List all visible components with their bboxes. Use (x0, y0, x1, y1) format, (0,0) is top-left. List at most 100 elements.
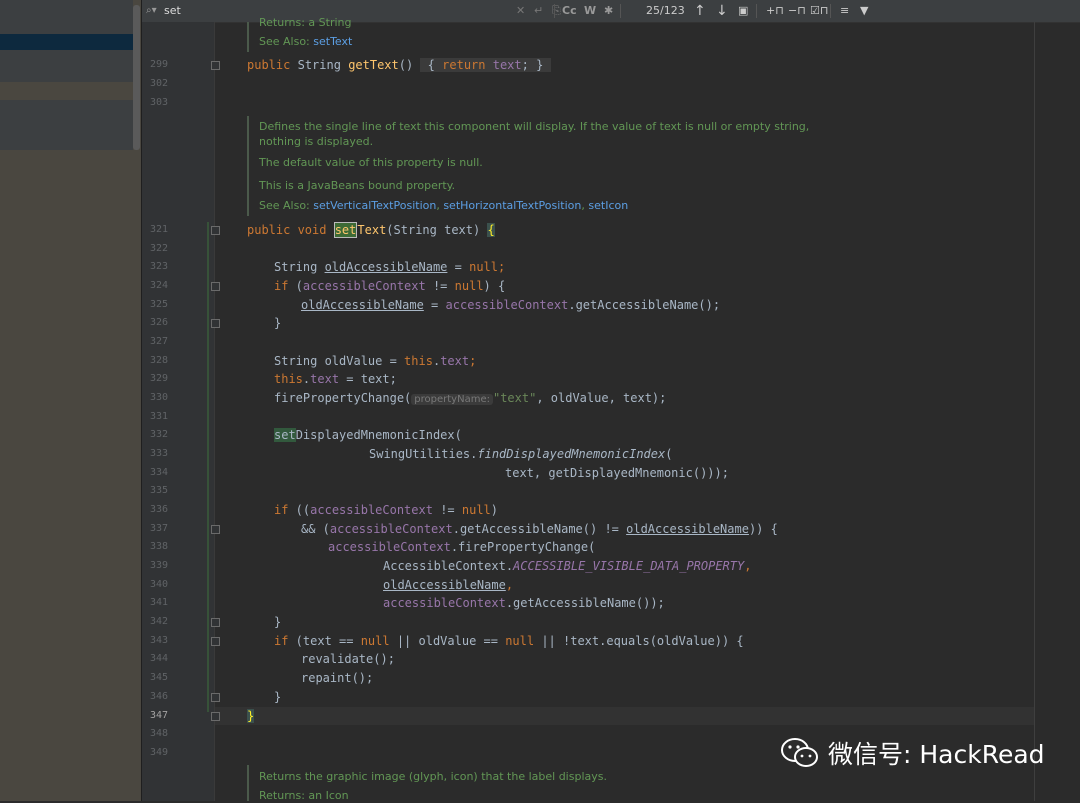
code-line-330[interactable]: firePropertyChange(propertyName: "text", … (274, 389, 666, 407)
selected-tree-row[interactable] (0, 34, 133, 50)
code-line-334[interactable]: text, getDisplayedMnemonic())); (505, 464, 729, 482)
code-line-337[interactable]: && (accessibleContext.getAccessibleName(… (301, 520, 778, 538)
line-number: 341 (150, 597, 169, 608)
line-number: 348 (150, 728, 169, 739)
code-line-329[interactable]: this.text = text; (274, 370, 397, 388)
code-line-346[interactable]: } (274, 688, 281, 706)
words-toggle[interactable]: W (584, 0, 596, 22)
line-number: 339 (150, 560, 169, 571)
fold-marker-icon[interactable] (211, 226, 220, 235)
code-line-343[interactable]: if (text == null || oldValue == null || … (274, 632, 744, 650)
doc-see-also: See Also: setText (259, 35, 353, 48)
line-number: 342 (150, 616, 169, 627)
match-case-toggle[interactable]: Cc (562, 0, 577, 22)
filter-icon[interactable]: ▼ (860, 0, 868, 22)
line-number: 302 (150, 78, 169, 89)
clear-search-icon[interactable]: ✕ (516, 0, 525, 22)
line-number-current: 347 (150, 710, 169, 721)
code-line-328[interactable]: String oldValue = this.text; (274, 352, 476, 370)
line-number: 333 (150, 448, 169, 459)
watermark-text: 微信号: HackRead (828, 740, 1045, 769)
fold-marker-icon[interactable] (211, 61, 220, 70)
line-number: 332 (150, 429, 169, 440)
doc-see-also: See Also: setVerticalTextPosition, setHo… (259, 199, 629, 212)
fold-marker-icon[interactable] (211, 525, 220, 534)
search-icon: ⌕▾ (146, 5, 157, 16)
line-number: 322 (150, 243, 169, 254)
fold-marker-icon[interactable] (211, 637, 220, 646)
code-line-299[interactable]: public String getText() { return text; } (247, 56, 551, 74)
code-line-326[interactable]: } (274, 314, 281, 332)
line-number: 343 (150, 635, 169, 646)
caret-line-highlight (215, 707, 1034, 725)
line-number: 324 (150, 280, 169, 291)
panel-scrollbar[interactable] (133, 5, 140, 150)
fold-marker-icon[interactable] (211, 319, 220, 328)
project-panel (0, 0, 141, 801)
line-number: 337 (150, 523, 169, 534)
code-line-341[interactable]: accessibleContext.getAccessibleName()); (383, 594, 665, 612)
parameter-hint: propertyName: (411, 394, 493, 405)
code-line-336[interactable]: if ((accessibleContext != null) (274, 501, 498, 519)
line-number: 321 (150, 224, 169, 235)
line-number: 327 (150, 336, 169, 347)
new-line-icon[interactable]: ↵ (534, 0, 543, 22)
line-number: 299 (150, 59, 169, 70)
code-line-324[interactable]: if (accessibleContext != null) { (274, 277, 505, 295)
doc-text: This is a JavaBeans bound property. (259, 179, 456, 192)
fold-marker-icon[interactable] (211, 282, 220, 291)
code-line-323[interactable]: String oldAccessibleName = null; (274, 258, 505, 276)
line-number: 336 (150, 504, 169, 515)
doc-returns: Returns: a String (259, 16, 352, 29)
wechat-logo-icon (781, 738, 818, 767)
fold-marker-icon[interactable] (211, 693, 220, 702)
search-input[interactable]: set (164, 0, 181, 22)
doc-link-settext[interactable]: setText (313, 35, 352, 48)
line-number: 303 (150, 97, 169, 108)
fold-marker-icon[interactable] (211, 712, 220, 721)
line-number: 326 (150, 317, 169, 328)
code-line-332[interactable]: setDisplayedMnemonicIndex( (274, 426, 462, 444)
line-number: 346 (150, 691, 169, 702)
add-occurrence-icon[interactable]: +⊓ (766, 0, 784, 22)
code-line-347[interactable]: } (247, 707, 255, 725)
line-number: 325 (150, 299, 169, 310)
fold-marker-icon[interactable] (211, 618, 220, 627)
code-line-321[interactable]: public void setText(String text) { (247, 221, 495, 239)
code-line-345[interactable]: repaint(); (301, 669, 373, 687)
doc-link[interactable]: setVerticalTextPosition (313, 199, 436, 212)
code-line-344[interactable]: revalidate(); (301, 650, 395, 668)
right-margin-guide (1034, 22, 1035, 801)
remove-occurrence-icon[interactable]: −⊓ (788, 0, 806, 22)
code-line-338[interactable]: accessibleContext.firePropertyChange( (328, 538, 595, 556)
vcs-change-marker (207, 222, 209, 712)
line-number: 349 (150, 747, 169, 758)
doc-link[interactable]: setIcon (588, 199, 628, 212)
line-number: 335 (150, 485, 169, 496)
code-line-339[interactable]: AccessibleContext.ACCESSIBLE_VISIBLE_DAT… (383, 557, 751, 575)
line-number: 338 (150, 541, 169, 552)
doc-text: nothing is displayed. (259, 135, 374, 148)
line-number: 345 (150, 672, 169, 683)
code-line-325[interactable]: oldAccessibleName = accessibleContext.ge… (301, 296, 720, 314)
line-number: 328 (150, 355, 169, 366)
line-number: 323 (150, 261, 169, 272)
select-all-icon[interactable]: ☑⊓ (810, 0, 828, 22)
filter-results-icon[interactable]: ≡ (840, 0, 849, 22)
line-number: 330 (150, 392, 169, 403)
previous-occurrence-icon[interactable]: ↑ (694, 0, 706, 22)
line-number: 340 (150, 579, 169, 590)
next-occurrence-icon[interactable]: ↓ (716, 0, 728, 22)
code-line-333[interactable]: SwingUtilities.findDisplayedMnemonicInde… (369, 445, 672, 463)
doc-text: The default value of this property is nu… (259, 156, 483, 169)
line-number: 344 (150, 653, 169, 664)
doc-text: Returns the graphic image (glyph, icon) … (259, 770, 607, 783)
regex-toggle-icon[interactable]: ✱ (604, 0, 613, 22)
line-number: 334 (150, 467, 169, 478)
code-line-340[interactable]: oldAccessibleName, (383, 576, 513, 594)
line-number: 331 (150, 411, 169, 422)
doc-link[interactable]: setHorizontalTextPosition (443, 199, 581, 212)
select-all-occurrences-icon[interactable]: ▣ (738, 0, 748, 22)
code-line-342[interactable]: } (274, 613, 281, 631)
match-count: 25/123 (646, 4, 685, 17)
